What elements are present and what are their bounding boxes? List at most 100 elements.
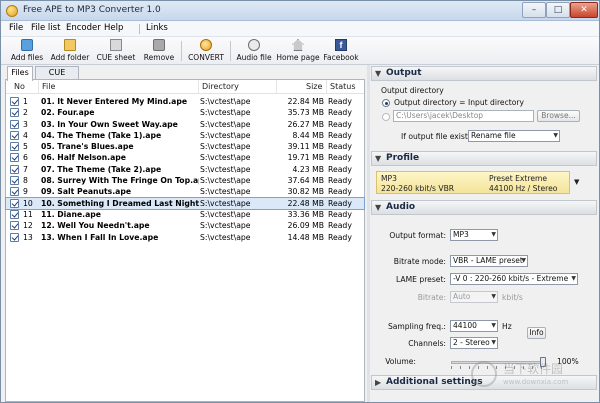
pane-splitter[interactable] [367, 65, 370, 402]
profile-section-header[interactable]: ▼ Profile [371, 151, 597, 166]
row-status: Ready [328, 209, 352, 219]
menu-file-list[interactable]: File list [31, 23, 60, 33]
profile-selector[interactable]: MP3 220-260 kbit/s VBR Preset Extreme 44… [376, 171, 570, 194]
row-directory: S:\vctest\ape [200, 187, 251, 197]
table-row[interactable]: 4 04. The Theme (Take 1).ape S:\vctest\ape… [6, 130, 364, 141]
row-checkbox[interactable] [10, 142, 19, 152]
row-size: 19.71 MB [287, 153, 324, 163]
row-status: Ready [328, 119, 352, 129]
column-directory[interactable]: Directory [202, 82, 239, 91]
table-row[interactable]: 8 08. Surrey With The Fringe On Top.ape S:… [6, 175, 364, 186]
table-row[interactable]: 13 13. When I Fall In Love.ape S:\vctest\a… [6, 232, 364, 243]
row-file-name: 05. Trane's Blues.ape [41, 142, 134, 152]
same-dir-radio[interactable] [382, 99, 390, 107]
add-folder-button[interactable]: Add folder [49, 38, 91, 64]
custom-dir-radio[interactable] [382, 113, 390, 121]
file-tabs: Files CUE Sheet [5, 66, 365, 89]
profile-codec: MP3 [381, 174, 397, 183]
row-checkbox[interactable] [10, 187, 19, 197]
table-row[interactable]: 3 03. In Your Own Sweet Way.ape S:\vctest\… [6, 119, 364, 130]
row-directory: S:\vctest\ape [200, 119, 251, 129]
add-files-button[interactable]: Add files [7, 38, 47, 64]
cue-sheet-button[interactable]: CUE sheet [95, 38, 137, 64]
row-checkbox[interactable] [10, 153, 19, 163]
row-checkbox[interactable] [10, 119, 19, 129]
table-row[interactable]: 12 12. Well You Needn't.ape S:\vctest\ape 2… [6, 220, 364, 231]
remove-icon [153, 39, 165, 51]
table-row[interactable]: 11 11. Diane.ape S:\vctest\ape 33.36 MB Read… [6, 209, 364, 220]
row-directory: S:\vctest\ape [200, 130, 251, 140]
watermark-text: 当下软件园 [503, 362, 564, 376]
facebook-button[interactable]: f Facebook [321, 38, 361, 64]
convert-button[interactable]: CONVERT [186, 38, 226, 64]
home-page-button[interactable]: Home page [276, 38, 320, 64]
browse-button[interactable]: Browse... [537, 110, 580, 122]
add-files-label: Add files [10, 53, 44, 62]
output-format-label: Output format: [389, 231, 446, 240]
row-directory: S:\vctest\ape [200, 153, 251, 163]
output-title: Output [386, 68, 422, 78]
minimize-button[interactable]: – [522, 2, 546, 18]
watermark-logo-icon [471, 361, 497, 387]
row-checkbox[interactable] [10, 176, 19, 186]
lame-preset-select[interactable]: -V 0 : 220-260 kbit/s - Extreme ▼ [450, 273, 578, 285]
info-button[interactable]: Info [527, 327, 546, 339]
table-row[interactable]: 1 01. It Never Entered My Mind.ape S:\vcte… [6, 96, 364, 107]
tab-cue-sheet[interactable]: CUE Sheet [35, 66, 79, 89]
menu-separator [139, 24, 140, 34]
row-checkbox[interactable] [10, 198, 19, 208]
title-bar[interactable]: Free APE to MP3 Converter 1.0 – □ ✕ [1, 1, 599, 21]
remove-button[interactable]: Remove [141, 38, 177, 64]
profile-preset: Preset Extreme [489, 174, 548, 183]
bitrate-select[interactable]: Auto ▼ [450, 291, 498, 303]
file-list[interactable]: No File Directory Size Status 1 01. It Ne… [5, 79, 365, 402]
row-directory: S:\vctest\ape [200, 164, 251, 174]
row-checkbox[interactable] [10, 164, 19, 174]
table-row[interactable]: 2 02. Four.ape S:\vctest\ape 35.73 MB Ready [6, 107, 364, 118]
column-no[interactable]: No [14, 82, 25, 91]
output-section-header[interactable]: ▼ Output [371, 66, 597, 81]
cue-sheet-icon [110, 39, 122, 51]
audio-file-button[interactable]: Audio file [235, 38, 273, 64]
output-path-input[interactable]: C:\Users\jacek\Desktop [393, 110, 534, 122]
menu-file[interactable]: File [9, 23, 23, 33]
menu-encoder[interactable]: Encoder [66, 23, 101, 33]
table-row[interactable]: 6 06. Half Nelson.ape S:\vctest\ape 19.71 M… [6, 152, 364, 163]
close-button[interactable]: ✕ [570, 2, 598, 18]
bitrate-mode-select[interactable]: VBR - LAME preset ▼ [450, 255, 528, 267]
row-checkbox[interactable] [10, 130, 19, 140]
file-exists-select[interactable]: Rename file ▼ [468, 130, 560, 142]
profile-dropdown-icon[interactable]: ▼ [574, 178, 579, 186]
audio-section-header[interactable]: ▼ Audio [371, 200, 597, 215]
row-checkbox[interactable] [10, 108, 19, 118]
table-row[interactable]: 9 09. Salt Peanuts.ape S:\vctest\ape 30.82 … [6, 186, 364, 197]
maximize-button[interactable]: □ [546, 2, 570, 18]
row-status: Ready [328, 130, 352, 140]
output-format-select[interactable]: MP3 ▼ [450, 229, 498, 241]
file-exists-label: If output file exists: [401, 132, 475, 141]
row-status: Ready [328, 176, 352, 186]
menu-links[interactable]: Links [146, 23, 168, 33]
watermark-url: www.downxia.com [503, 378, 569, 386]
row-checkbox[interactable] [10, 97, 19, 106]
column-size[interactable]: Size [306, 82, 322, 91]
row-checkbox[interactable] [10, 221, 19, 231]
row-checkbox[interactable] [10, 209, 19, 219]
tab-files[interactable]: Files [7, 66, 33, 81]
row-status: Ready [328, 108, 352, 118]
file-rows: 1 01. It Never Entered My Mind.ape S:\vcte… [5, 96, 365, 243]
column-file[interactable]: File [42, 82, 55, 91]
column-status[interactable]: Status [330, 82, 356, 91]
bitrate-label: Bitrate: [417, 293, 446, 302]
menu-help[interactable]: Help [104, 23, 123, 33]
channels-select[interactable]: 2 - Stereo ▼ [450, 337, 498, 349]
row-size: 14.48 MB [287, 232, 324, 242]
row-file-name: 04. The Theme (Take 1).ape [41, 130, 162, 140]
table-row[interactable]: 10 10. Something I Dreamed Last Night.ape… [5, 196, 365, 210]
sampling-freq-select[interactable]: 44100 ▼ [450, 320, 498, 332]
table-row[interactable]: 5 05. Trane's Blues.ape S:\vctest\ape 39.11… [6, 141, 364, 152]
dropdown-arrow-icon: ▼ [491, 231, 496, 238]
row-checkbox[interactable] [10, 232, 19, 242]
dropdown-arrow-icon: ▼ [491, 322, 496, 329]
table-row[interactable]: 7 07. The Theme (Take 2).ape S:\vctest\ape… [6, 164, 364, 175]
